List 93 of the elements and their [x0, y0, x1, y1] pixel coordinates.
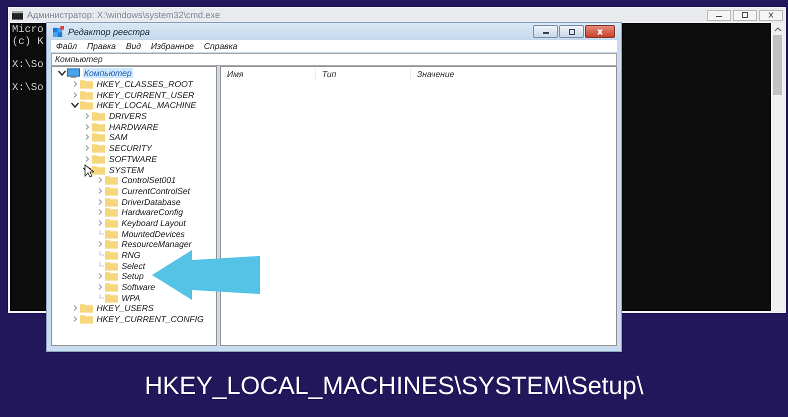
chevron-right-icon[interactable]	[70, 315, 78, 324]
tree-item[interactable]: Компьютер	[83, 68, 133, 78]
chevron-right-icon[interactable]	[96, 176, 104, 184]
tree-item[interactable]: DriverDatabase	[120, 196, 182, 207]
computer-icon	[67, 68, 80, 78]
console-line: (c) K	[12, 36, 44, 48]
console-line: Micro	[12, 25, 44, 36]
window-title: Администратор: X:\windows\system32\cmd.exe	[27, 10, 220, 20]
folder-icon	[92, 132, 105, 142]
maximize-button[interactable]	[733, 10, 757, 20]
tree-item[interactable]: SECURITY	[108, 143, 153, 154]
menu-item[interactable]: Правка	[82, 40, 121, 52]
maximize-icon	[740, 12, 750, 18]
folder-icon	[104, 175, 118, 186]
chevron-right-icon[interactable]	[96, 283, 104, 292]
close-icon	[595, 28, 605, 34]
folder-icon	[92, 122, 105, 132]
tree-item[interactable]: HARDWARE	[108, 122, 160, 132]
tree-item[interactable]: WPA	[120, 292, 142, 303]
tree-item[interactable]: Select	[120, 260, 146, 271]
console-line: X:\So	[12, 82, 44, 94]
menu-item[interactable]: Избранное	[146, 40, 199, 52]
tree-item[interactable]: Software	[120, 282, 156, 292]
chevron-right-icon[interactable]	[96, 240, 104, 248]
folder-icon	[104, 239, 118, 250]
tree-item[interactable]: SAM	[108, 132, 128, 142]
chevron-right-icon[interactable]	[96, 208, 104, 216]
chevron-right-icon[interactable]	[96, 186, 104, 195]
folder-icon	[104, 218, 118, 228]
chevron-right-icon[interactable]	[70, 304, 78, 312]
chevron-right-icon[interactable]	[96, 218, 104, 227]
tree-item[interactable]: Keyboard Layout	[120, 218, 187, 228]
console-icon	[12, 10, 23, 20]
maximize-button[interactable]	[559, 25, 584, 38]
folder-icon	[92, 154, 105, 164]
mouse-cursor-icon	[84, 164, 94, 178]
tree-item[interactable]: CurrentControlSet	[120, 186, 192, 196]
tree-item[interactable]: ResourceManager	[120, 239, 192, 250]
chevron-down-icon[interactable]	[70, 101, 78, 110]
folder-icon	[80, 100, 92, 110]
folder-icon	[104, 196, 118, 207]
chevron-right-icon[interactable]	[83, 144, 91, 152]
window-title: Редактор реестра	[68, 26, 150, 36]
folder-icon	[104, 271, 118, 282]
close-button[interactable]	[759, 10, 783, 20]
close-button[interactable]	[585, 25, 615, 38]
tree-item[interactable]: RNG	[120, 250, 142, 260]
folder-icon	[104, 282, 118, 292]
folder-icon	[104, 260, 118, 271]
folder-icon	[80, 79, 92, 90]
folder-icon	[80, 90, 92, 100]
tree-item[interactable]: HKEY_CLASSES_ROOT	[96, 79, 194, 90]
folder-icon	[104, 186, 118, 196]
tree-item[interactable]: SYSTEM	[108, 164, 145, 175]
tree-item[interactable]: DRIVERS	[108, 111, 148, 122]
chevron-right-icon[interactable]	[96, 272, 104, 280]
folder-icon	[80, 303, 92, 314]
minimize-button[interactable]	[707, 10, 731, 20]
registry-icon	[53, 26, 64, 37]
tree-item[interactable]: SOFTWARE	[108, 154, 158, 164]
folder-icon	[92, 143, 105, 154]
tree-item[interactable]: ControlSet001	[120, 175, 177, 186]
scroll-thumb[interactable]	[773, 35, 782, 95]
folder-icon	[104, 207, 118, 218]
tree-item[interactable]: Setup	[120, 271, 145, 282]
chevron-down-icon[interactable]	[58, 69, 66, 78]
tree-item[interactable]: HKEY_USERS	[96, 303, 155, 314]
chevron-right-icon[interactable]	[83, 133, 91, 142]
console-line: X:\So	[12, 60, 44, 71]
scrollbar[interactable]	[771, 23, 784, 311]
chevron-right-icon[interactable]	[70, 80, 78, 88]
address-field[interactable]: Компьютер	[51, 53, 617, 66]
tree-item[interactable]: HardwareConfig	[120, 207, 184, 218]
tree-item[interactable]: HKEY_CURRENT_USER	[96, 90, 196, 100]
folder-icon	[104, 292, 118, 303]
chevron-right-icon[interactable]	[83, 112, 91, 120]
menu-item[interactable]: Файл	[51, 40, 82, 52]
tree-item[interactable]: MountedDevices	[120, 228, 186, 239]
menu-item[interactable]: Справка	[198, 40, 242, 52]
close-icon	[766, 12, 776, 18]
folder-icon	[92, 111, 105, 122]
maximize-icon	[566, 28, 576, 34]
caption: HKEY_LOCAL_MACHINES\SYSTEM\Setup\	[144, 372, 644, 401]
tree-item[interactable]: HKEY_LOCAL_MACHINE	[96, 100, 198, 110]
folder-icon	[92, 164, 105, 175]
folder-icon	[104, 228, 118, 239]
chevron-right-icon[interactable]	[96, 198, 104, 206]
folder-icon	[104, 250, 118, 260]
scroll-up-icon[interactable]	[774, 26, 782, 32]
menu-item[interactable]: Вид	[120, 40, 146, 52]
tree-item[interactable]: HKEY_CURRENT_CONFIG	[96, 314, 205, 324]
minimize-button[interactable]	[533, 25, 558, 38]
chevron-right-icon[interactable]	[83, 122, 91, 131]
